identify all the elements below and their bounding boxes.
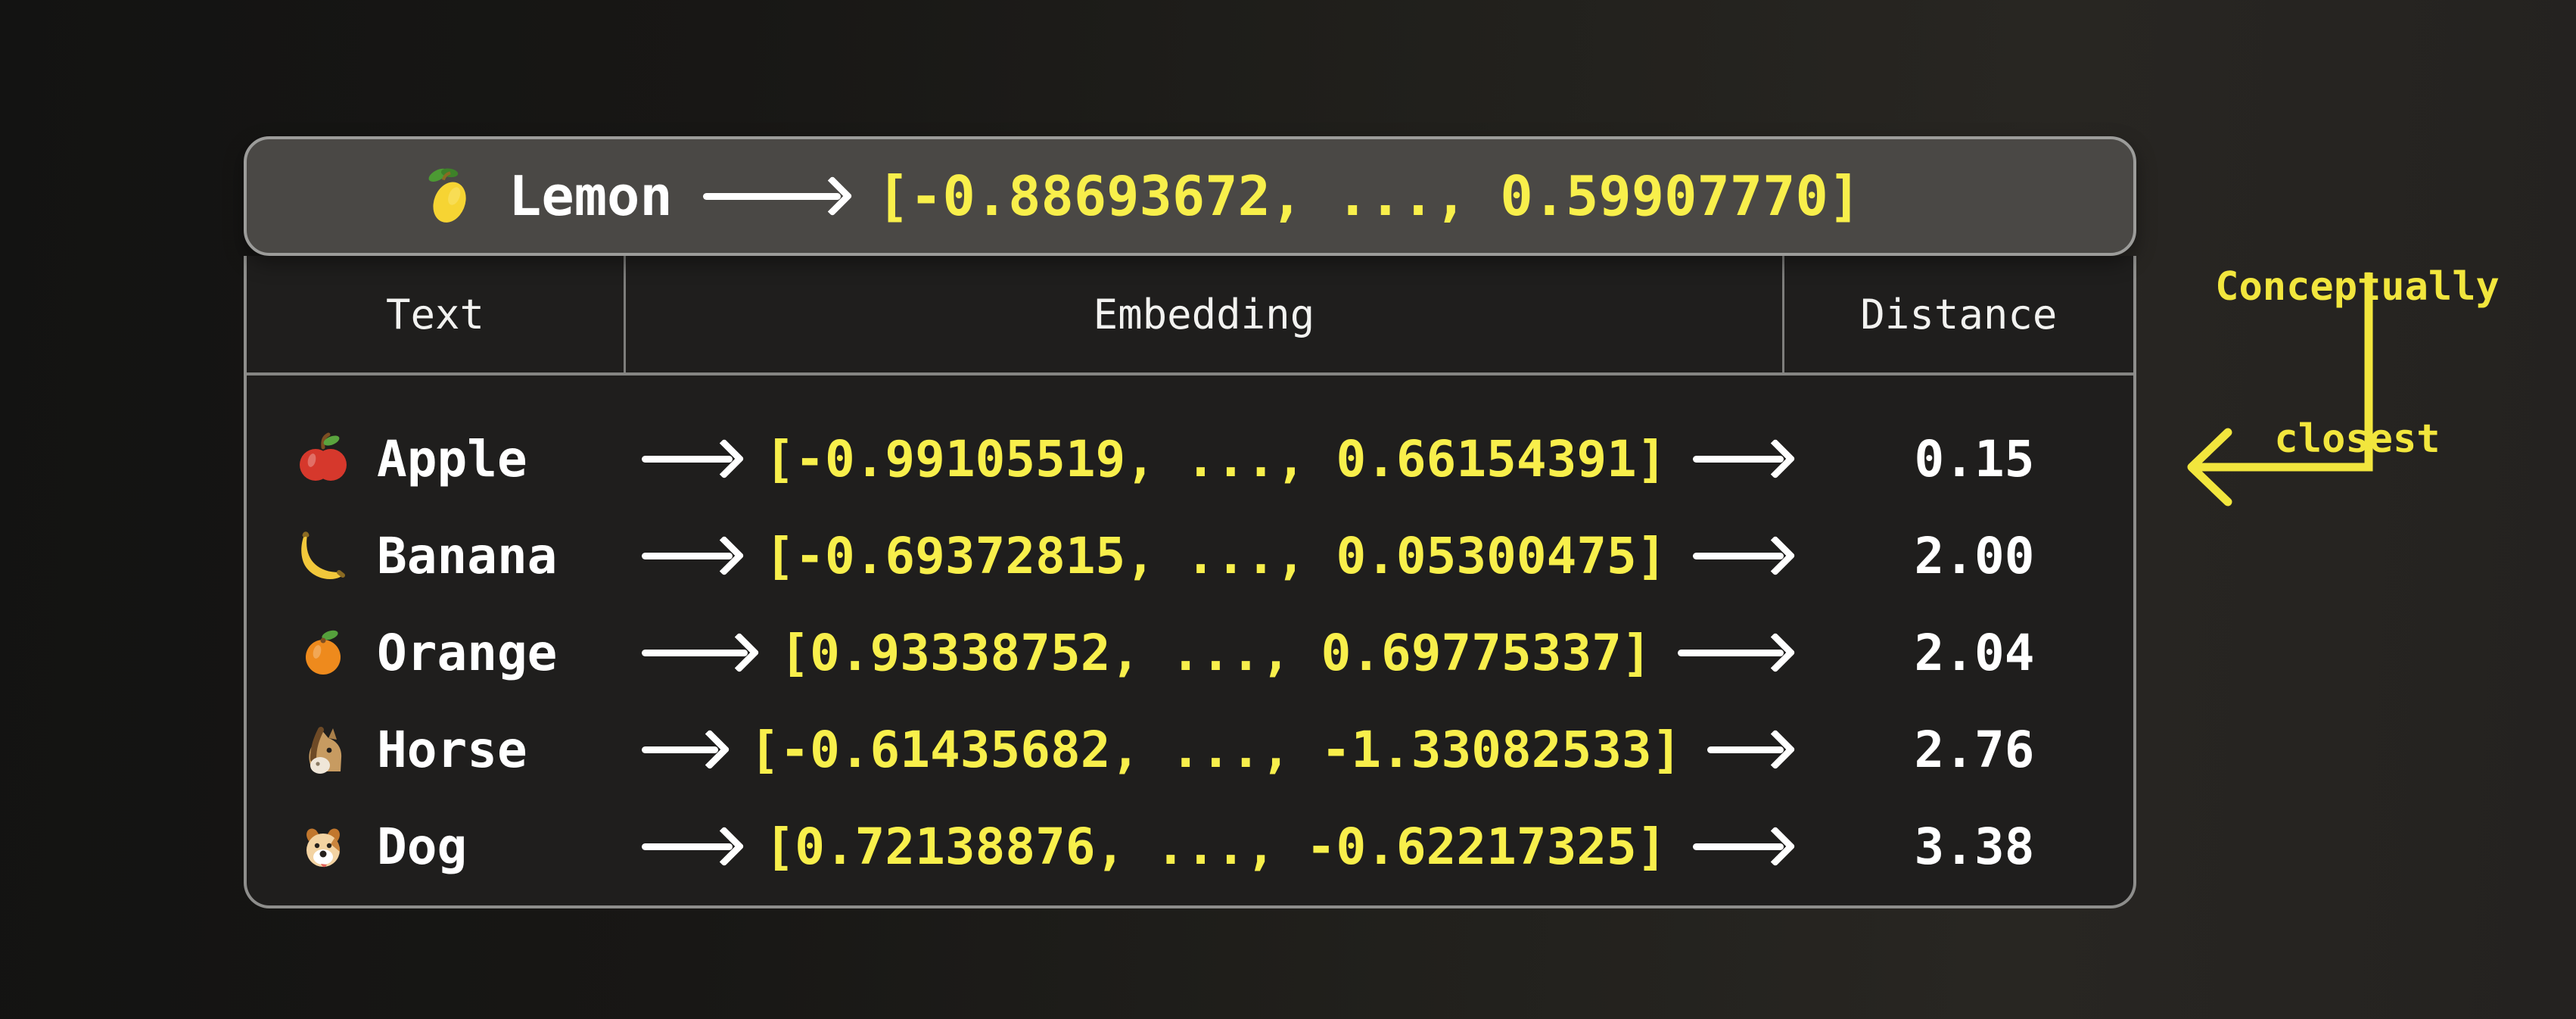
embedding-table: Text Embedding Distance Apple <box>244 256 2136 908</box>
row-vector: [0.93338752, ..., 0.69775337] <box>779 624 1651 682</box>
row-vector: [-0.69372815, ..., 0.05300475] <box>764 527 1666 585</box>
table-row-dog: Dog [0.72138876, ..., -0.62217325] 3.38 <box>247 798 2133 895</box>
right-arrow-icon <box>642 638 754 667</box>
row-label: Horse <box>377 721 527 779</box>
table-row-horse: Horse [-0.61435682, ..., -1.33082533] 2.… <box>247 701 2133 798</box>
table-row-orange: Orange [0.93338752, ..., 0.69775337] 2.0… <box>247 604 2133 701</box>
text-cell: Orange <box>295 624 616 682</box>
text-cell: Apple <box>295 430 616 488</box>
row-distance: 3.38 <box>1815 818 2133 876</box>
table-row-banana: Banana [-0.69372815, ..., 0.05300475] 2.… <box>247 507 2133 604</box>
row-vector: [-0.61435682, ..., -1.33082533] <box>750 721 1682 779</box>
row-distance: 2.76 <box>1815 721 2133 779</box>
orange-icon <box>295 625 351 681</box>
right-arrow-icon <box>642 735 724 764</box>
table-row-apple: Apple [-0.99105519, ..., 0.66154391] 0.1… <box>247 410 2133 507</box>
row-distance: 2.00 <box>1815 527 2133 585</box>
dog-icon <box>295 818 351 874</box>
column-header-text: Text <box>247 256 626 372</box>
right-arrow-icon <box>1693 444 1790 473</box>
query-label: Lemon <box>509 164 673 228</box>
row-label: Dog <box>377 818 467 876</box>
right-arrow-icon <box>1693 832 1790 861</box>
row-vector: [0.72138876, ..., -0.62217325] <box>764 818 1666 876</box>
right-arrow-icon <box>703 182 847 210</box>
elbow-arrow-icon <box>2157 257 2399 507</box>
text-cell: Banana <box>295 527 616 585</box>
apple-icon <box>295 431 351 487</box>
query-bar: Lemon [-0.88693672, ..., 0.59907770] <box>244 136 2136 256</box>
row-vector: [-0.99105519, ..., 0.66154391] <box>764 430 1666 488</box>
right-arrow-icon <box>642 832 739 861</box>
right-arrow-icon <box>1693 541 1790 570</box>
lemon-icon <box>415 163 481 229</box>
right-arrow-icon <box>1678 638 1790 667</box>
text-cell: Dog <box>295 818 616 876</box>
banana-icon <box>295 528 351 584</box>
text-cell: Horse <box>295 721 616 779</box>
table-body: Apple [-0.99105519, ..., 0.66154391] 0.1… <box>247 376 2133 905</box>
row-distance: 0.15 <box>1815 430 2133 488</box>
column-header-distance: Distance <box>1784 256 2133 372</box>
table-header-row: Text Embedding Distance <box>247 256 2133 376</box>
row-label: Apple <box>377 430 527 488</box>
row-label: Banana <box>377 527 557 585</box>
embedding-card: Lemon [-0.88693672, ..., 0.59907770] Tex… <box>244 136 2136 908</box>
row-label: Orange <box>377 624 557 682</box>
right-arrow-icon <box>642 541 739 570</box>
right-arrow-icon <box>1707 735 1790 764</box>
query-vector: [-0.88693672, ..., 0.59907770] <box>877 164 1861 228</box>
right-arrow-icon <box>642 444 739 473</box>
row-distance: 2.04 <box>1815 624 2133 682</box>
column-header-embedding: Embedding <box>626 256 1784 372</box>
horse-icon <box>295 721 351 777</box>
embedding-diagram: Lemon [-0.88693672, ..., 0.59907770] Tex… <box>0 0 2576 1019</box>
